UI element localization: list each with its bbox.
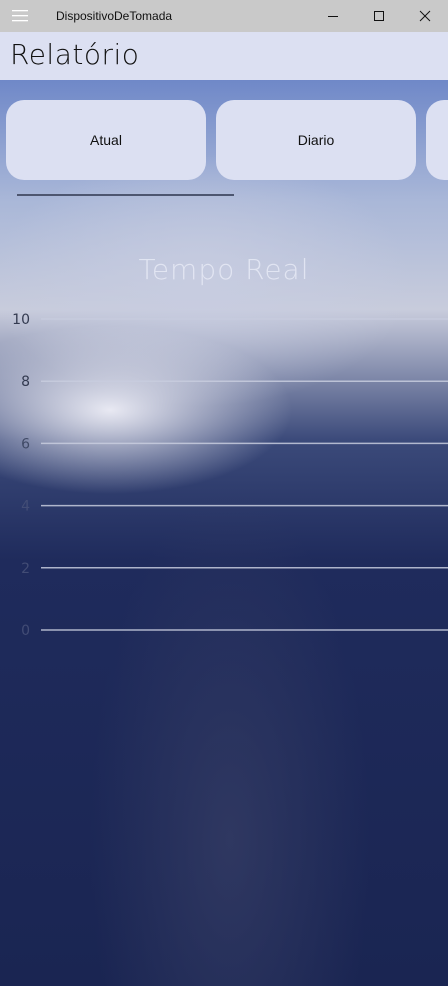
y-tick-label: 8 <box>21 374 30 390</box>
app-title: DispositivoDeTomada <box>56 9 173 23</box>
window-controls <box>310 0 448 32</box>
page-header: Relatório <box>0 32 448 80</box>
y-tick-label: 2 <box>21 561 30 577</box>
page-title: Relatório <box>10 38 140 71</box>
minimize-icon <box>328 16 338 17</box>
chart: 10 8 6 4 2 0 <box>12 312 448 639</box>
hamburger-icon <box>12 10 28 22</box>
title-bar: DispositivoDeTomada <box>0 0 448 32</box>
y-tick-label: 4 <box>21 499 30 515</box>
minimize-button[interactable] <box>310 0 356 32</box>
close-icon <box>419 10 431 22</box>
maximize-icon <box>374 11 384 21</box>
close-button[interactable] <box>402 0 448 32</box>
y-tick-label: 6 <box>21 436 30 452</box>
y-tick-label: 10 <box>12 312 30 328</box>
maximize-button[interactable] <box>356 0 402 32</box>
y-tick-label: 0 <box>21 623 30 639</box>
hamburger-menu-button[interactable] <box>0 0 40 32</box>
report-content[interactable]: Atual Diario Tempo Real 10 8 6 4 2 0 <box>0 80 448 986</box>
